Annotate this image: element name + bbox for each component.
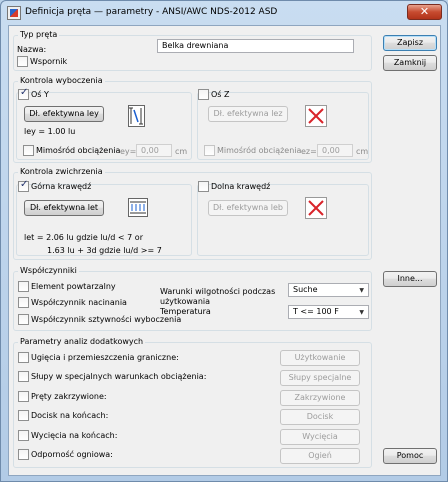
group-label-zwichrzenie: Kontrola zwichrzenia xyxy=(18,167,105,176)
ey-input[interactable]: 0,00 xyxy=(136,144,172,157)
uzytkowanie-button[interactable]: Użytkowanie xyxy=(280,350,360,366)
disabled-x-icon xyxy=(305,105,327,127)
dolna-krawedz-checkbox[interactable] xyxy=(198,181,209,192)
temperatura-select[interactable]: T <= 100 F xyxy=(288,305,369,319)
docisk-button[interactable]: Docisk xyxy=(280,409,360,425)
odpornosc-ogniowa-checkbox[interactable] xyxy=(18,449,29,460)
group-label-wspolczynniki: Współczynniki xyxy=(18,266,79,275)
ogien-button[interactable]: Ogień xyxy=(280,448,360,464)
ley-value: ley = 1.00 lu xyxy=(24,127,76,136)
prety-zakrzywione-checkbox[interactable] xyxy=(18,391,29,402)
mimosrod-z-label: Mimośród obciążenia xyxy=(217,146,302,155)
wilgotnosc-select[interactable]: Suche xyxy=(288,283,369,297)
wspornik-checkbox[interactable] xyxy=(17,56,28,67)
element-powtarzalny-label: Element powtarzalny xyxy=(31,282,116,291)
other-button[interactable]: Inne... xyxy=(383,271,437,287)
ugiecia-checkbox[interactable] xyxy=(18,352,29,363)
dialog-window: Definicja pręta — parametry - ANSI/AWC N… xyxy=(0,0,448,482)
group-label-typ: Typ pręta xyxy=(18,30,60,39)
ey-unit: cm xyxy=(175,147,188,156)
wsp-sztywnosci-label: Współczynnik sztywności wyboczenia xyxy=(31,315,182,324)
odpornosc-ogniowa-label: Odporność ogniowa: xyxy=(31,450,113,459)
mimosrod-z-checkbox[interactable] xyxy=(204,145,215,156)
ley-button[interactable]: Dł. efektywna ley xyxy=(24,106,104,122)
group-label-wyboczenie: Kontrola wyboczenia xyxy=(18,76,105,85)
os-z-label: Oś Z xyxy=(211,90,230,99)
os-y-label: Oś Y xyxy=(31,90,49,99)
lateral-buckling-icon xyxy=(128,198,148,217)
zakrzywione-button[interactable]: Zakrzywione xyxy=(280,390,360,406)
wspornik-label: Wspornik xyxy=(30,57,68,66)
disabled-x-icon xyxy=(305,197,327,219)
docisk-label: Docisk na końcach: xyxy=(31,411,109,420)
mimosrod-y-checkbox[interactable] xyxy=(23,145,34,156)
let-formula-line1: let = 2.06 lu gdzie lu/d < 7 or xyxy=(24,233,143,242)
title-bar[interactable]: Definicja pręta — parametry - ANSI/AWC N… xyxy=(1,1,447,25)
let-button[interactable]: Dł. efektywna let xyxy=(24,200,104,216)
ugiecia-label: Ugięcia i przemieszczenia graniczne: xyxy=(31,353,179,362)
close-button[interactable]: ✕ xyxy=(407,4,442,20)
wsp-sztywnosci-checkbox[interactable] xyxy=(18,314,29,325)
dialog-client-area: Typ pręta Nazwa: Belka drewniana Wsporni… xyxy=(8,25,441,476)
gorna-krawedz-label: Górna krawędź xyxy=(31,182,92,191)
help-button[interactable]: Pomoc xyxy=(383,448,437,464)
ez-label: ez= xyxy=(301,147,317,156)
group-label-analiz: Parametry analiz dodatkowych xyxy=(18,337,146,346)
subgroup-dolna xyxy=(197,184,369,256)
wyciecia-button[interactable]: Wycięcia xyxy=(280,429,360,445)
wsp-nacinania-label: Współczynnik nacinania xyxy=(31,298,127,307)
wilgotnosc-label: Warunki wilgotności podczas użytkowania xyxy=(160,287,276,306)
slupy-specjalne-button[interactable]: Słupy specjalne xyxy=(280,370,360,386)
window-title: Definicja pręta — parametry - ANSI/AWC N… xyxy=(25,7,278,17)
save-button[interactable]: Zapisz xyxy=(383,35,437,51)
mimosrod-y-label: Mimośród obciążenia xyxy=(36,146,121,155)
ez-unit: cm xyxy=(356,147,369,156)
nazwa-label: Nazwa: xyxy=(17,45,47,54)
temperatura-label: Temperatura xyxy=(160,307,211,316)
prety-zakrzywione-label: Pręty zakrzywione: xyxy=(31,392,107,401)
slupy-label: Słupy w specjalnych warunkach obciążenia… xyxy=(31,372,207,381)
app-icon xyxy=(7,6,21,20)
os-z-checkbox[interactable] xyxy=(198,89,209,100)
ez-input[interactable]: 0,00 xyxy=(317,144,353,157)
element-powtarzalny-checkbox[interactable] xyxy=(18,281,29,292)
ey-label: ey= xyxy=(120,147,137,156)
docisk-checkbox[interactable] xyxy=(18,410,29,421)
slupy-checkbox[interactable] xyxy=(18,371,29,382)
dolna-krawedz-label: Dolna krawędź xyxy=(211,182,271,191)
gorna-krawedz-checkbox[interactable] xyxy=(18,179,29,192)
wsp-nacinania-checkbox[interactable] xyxy=(18,297,29,308)
lez-button[interactable]: Dł. efektywna lez xyxy=(208,106,288,122)
nazwa-input[interactable]: Belka drewniana xyxy=(157,39,354,53)
wyciecia-checkbox[interactable] xyxy=(18,430,29,441)
let-formula-line2: 1.63 lu + 3d gdzie lu/d >= 7 xyxy=(47,246,162,255)
wyciecia-label: Wycięcia na końcach: xyxy=(31,431,118,440)
beam-y-icon xyxy=(128,105,145,127)
close-dialog-button[interactable]: Zamknij xyxy=(383,55,437,71)
os-y-checkbox[interactable] xyxy=(18,87,29,100)
leb-button[interactable]: Dł. efektywna leb xyxy=(208,200,288,216)
